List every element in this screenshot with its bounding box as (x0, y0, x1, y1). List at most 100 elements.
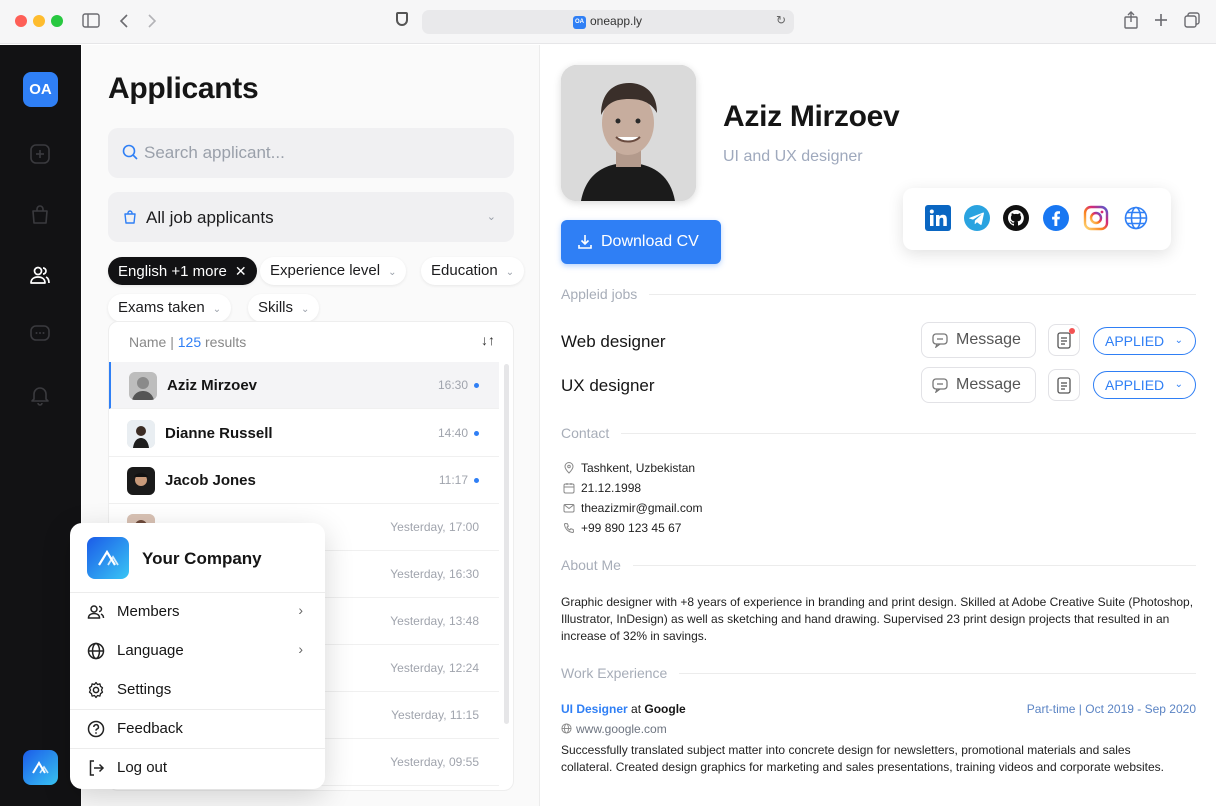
note-icon (1057, 377, 1071, 394)
reload-icon[interactable]: ↻ (776, 13, 786, 27)
divider (561, 565, 1196, 566)
sort-icon[interactable]: ↓↑ (481, 332, 495, 348)
url-text: oneapp.ly (590, 14, 643, 28)
download-icon (578, 235, 592, 249)
tab-overview-icon[interactable] (1184, 12, 1200, 28)
forward-icon[interactable] (146, 13, 158, 29)
list-scrollbar[interactable] (504, 364, 509, 724)
work-site-link[interactable]: www.google.com (561, 722, 667, 736)
linkedin-icon[interactable] (925, 205, 951, 231)
status-label: APPLIED (1105, 333, 1165, 349)
chevron-down-icon: ⌄ (1174, 379, 1183, 390)
contact-text: 21.12.1998 (581, 481, 642, 495)
language-filter-chip[interactable]: English +1 more ✕ (108, 257, 257, 285)
location-pin-icon (564, 462, 574, 474)
sidebar-toggle-icon[interactable] (82, 13, 100, 29)
list-item[interactable]: Dianne Russell 14:40 (109, 410, 499, 457)
bag-icon[interactable] (28, 203, 52, 227)
chip-label: Skills (258, 299, 294, 316)
skills-filter-chip[interactable]: Skills ⌄ (248, 294, 320, 322)
telegram-icon[interactable] (964, 205, 990, 231)
zoom-window-button[interactable] (51, 15, 63, 27)
message-button[interactable]: Message (921, 367, 1036, 403)
social-links (903, 188, 1171, 250)
instagram-icon[interactable] (1083, 205, 1109, 231)
chevron-right-icon: › (298, 602, 303, 618)
note-icon (1057, 332, 1071, 349)
profile-photo (561, 65, 696, 201)
education-filter-chip[interactable]: Education ⌄ (421, 257, 525, 285)
list-header[interactable]: Name | 125 results (129, 334, 246, 350)
app-sidebar: OA (0, 45, 81, 806)
app-logo[interactable]: OA (23, 72, 58, 107)
chip-label: Exams taken (118, 299, 205, 316)
chat-icon[interactable] (28, 322, 52, 346)
remove-filter-icon[interactable]: ✕ (235, 257, 247, 285)
back-icon[interactable] (118, 13, 130, 29)
work-position: UI Designer at Google (561, 702, 686, 716)
notification-dot (1069, 328, 1075, 334)
share-icon[interactable] (1124, 11, 1138, 29)
bell-icon[interactable] (28, 383, 52, 407)
applicant-time: Yesterday, 09:55 (390, 755, 479, 769)
section-title-work-experience: Work Experience (561, 665, 680, 681)
chevron-down-icon: ⌄ (388, 267, 397, 278)
bag-icon (124, 210, 136, 224)
chevron-down-icon: ⌄ (505, 267, 515, 278)
avatar (127, 467, 155, 495)
notes-button[interactable] (1048, 324, 1080, 356)
users-icon[interactable] (28, 263, 52, 287)
menu-item-language[interactable]: Language › (70, 632, 325, 670)
search-icon (122, 144, 138, 160)
minimize-window-button[interactable] (33, 15, 45, 27)
globe-icon (561, 723, 572, 734)
experience-filter-chip[interactable]: Experience level ⌄ (260, 257, 407, 285)
unread-dot (474, 478, 479, 484)
phone-icon (563, 522, 575, 534)
exams-filter-chip[interactable]: Exams taken ⌄ (108, 294, 232, 322)
job-filter-select[interactable]: All job applicants ⌄ (108, 192, 514, 242)
list-item[interactable]: Aziz Mirzoev 16:30 (109, 362, 499, 409)
applicant-time: Yesterday, 11:15 (391, 708, 479, 722)
company-name: Your Company (142, 549, 262, 568)
facebook-icon[interactable] (1043, 205, 1069, 231)
about-text: Graphic designer with +8 years of experi… (561, 595, 1194, 643)
logout-icon (89, 760, 105, 776)
unread-dot (474, 383, 479, 389)
menu-item-logout[interactable]: Log out (70, 749, 325, 787)
work-role[interactable]: UI Designer (561, 702, 628, 716)
application-status-select[interactable]: APPLIED ⌄ (1093, 327, 1196, 355)
company-switcher-button[interactable] (23, 750, 58, 785)
application-status-select[interactable]: APPLIED ⌄ (1093, 371, 1196, 399)
message-button[interactable]: Message (921, 322, 1036, 358)
applicant-name: Dianne Russell (165, 425, 273, 442)
website-icon[interactable] (1123, 205, 1149, 231)
menu-item-feedback[interactable]: Feedback (70, 710, 325, 748)
message-icon (932, 333, 948, 348)
download-cv-button[interactable]: Download CV (561, 220, 721, 264)
github-icon[interactable] (1003, 205, 1029, 231)
add-icon[interactable] (28, 142, 52, 166)
new-tab-icon[interactable] (1154, 13, 1168, 27)
chevron-down-icon: ⌄ (301, 304, 310, 315)
result-count: 125 (177, 334, 202, 350)
work-description: Successfully translated subject matter i… (561, 743, 1164, 774)
divider (561, 433, 1196, 434)
applicant-name: Aziz Mirzoev (167, 377, 258, 394)
section-title-about: About Me (561, 557, 633, 573)
search-box[interactable] (108, 128, 514, 178)
address-bar[interactable]: OA oneapp.ly ↻ (422, 10, 794, 34)
list-item[interactable]: Jacob Jones 11:17 (109, 457, 499, 504)
search-input[interactable] (144, 128, 504, 178)
menu-label: Feedback (117, 720, 183, 737)
chip-label: Experience level (270, 262, 381, 279)
privacy-shield-icon[interactable] (396, 12, 408, 26)
help-icon (87, 720, 105, 738)
menu-item-settings[interactable]: Settings (70, 671, 325, 709)
list-header-name: Name | (129, 334, 178, 350)
applicant-name: Jacob Jones (165, 472, 256, 489)
mail-icon (563, 504, 575, 513)
notes-button[interactable] (1048, 369, 1080, 401)
menu-item-members[interactable]: Members › (70, 593, 325, 631)
close-window-button[interactable] (15, 15, 27, 27)
